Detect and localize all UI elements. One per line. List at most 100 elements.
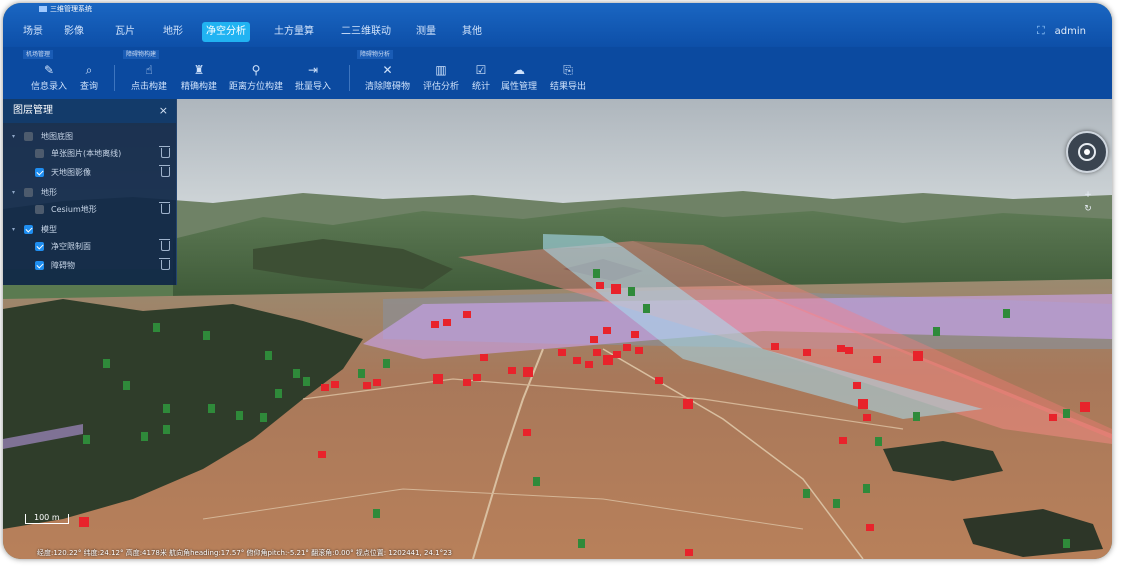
obstacle-red[interactable] bbox=[839, 437, 847, 444]
obstacle-green[interactable] bbox=[203, 331, 210, 340]
obstacle-green[interactable] bbox=[265, 351, 272, 360]
obstacle-red[interactable] bbox=[463, 311, 471, 318]
delete-icon[interactable] bbox=[159, 165, 170, 177]
obstacle-red[interactable] bbox=[803, 349, 811, 356]
obstacle-red[interactable] bbox=[603, 327, 611, 334]
obstacle-red[interactable] bbox=[463, 379, 471, 386]
obstacle-green[interactable] bbox=[875, 437, 882, 446]
checkbox-obstacles[interactable] bbox=[35, 261, 44, 270]
delete-icon[interactable] bbox=[159, 239, 170, 251]
checkbox-cesium-terrain[interactable] bbox=[35, 205, 44, 214]
obstacle-red[interactable] bbox=[431, 321, 439, 328]
obstacle-green[interactable] bbox=[863, 484, 870, 493]
obstacle-red[interactable] bbox=[635, 347, 643, 354]
batch-import-button[interactable]: ⇥ 批量导入 bbox=[295, 63, 331, 92]
evaluation-analysis-button[interactable]: ▥ 评估分析 bbox=[423, 63, 459, 92]
obstacle-green[interactable] bbox=[913, 412, 920, 421]
obstacle-green[interactable] bbox=[1063, 409, 1070, 418]
obstacle-red[interactable] bbox=[631, 331, 639, 338]
zoom-reset-icon[interactable]: ↻ bbox=[1082, 203, 1094, 215]
obstacle-green[interactable] bbox=[833, 499, 840, 508]
obstacle-red[interactable] bbox=[593, 349, 601, 356]
obstacle-green[interactable] bbox=[373, 509, 380, 518]
menu-item-imagery[interactable]: 影像 bbox=[64, 22, 84, 42]
collapse-arrow-icon[interactable]: ▾ bbox=[12, 186, 15, 200]
menu-item-tiles[interactable]: 瓦片 bbox=[115, 22, 135, 42]
obstacle-green[interactable] bbox=[933, 327, 940, 336]
obstacle-green[interactable] bbox=[153, 323, 160, 332]
obstacle-green[interactable] bbox=[1003, 309, 1010, 318]
fullscreen-icon[interactable]: ⛶ bbox=[1037, 24, 1045, 37]
obstacle-green[interactable] bbox=[103, 359, 110, 368]
obstacle-green[interactable] bbox=[260, 413, 267, 422]
close-icon[interactable]: × bbox=[159, 99, 168, 123]
obstacle-red[interactable] bbox=[480, 354, 488, 361]
collapse-arrow-icon[interactable]: ▾ bbox=[12, 130, 15, 144]
navigation-compass-icon[interactable] bbox=[1066, 131, 1108, 173]
obstacle-red[interactable] bbox=[321, 384, 329, 391]
obstacle-red[interactable] bbox=[473, 374, 481, 381]
obstacle-green[interactable] bbox=[628, 287, 635, 296]
checkbox-models[interactable] bbox=[24, 225, 33, 234]
obstacle-red[interactable] bbox=[331, 381, 339, 388]
obstacle-red[interactable] bbox=[858, 399, 868, 409]
obstacle-red[interactable] bbox=[585, 361, 593, 368]
obstacle-red[interactable] bbox=[683, 399, 693, 409]
click-build-button[interactable]: ☝ 点击构建 bbox=[131, 63, 167, 92]
attribute-management-button[interactable]: ☁ 属性管理 bbox=[501, 63, 537, 92]
query-button[interactable]: ⌕ 查询 bbox=[80, 63, 98, 92]
menu-item-terrain[interactable]: 地形 bbox=[163, 22, 183, 42]
delete-icon[interactable] bbox=[159, 146, 170, 158]
menu-item-2d3d-link[interactable]: 二三维联动 bbox=[341, 22, 391, 42]
obstacle-red[interactable] bbox=[558, 349, 566, 356]
obstacle-red[interactable] bbox=[603, 355, 613, 365]
obstacle-green[interactable] bbox=[358, 369, 365, 378]
obstacle-green[interactable] bbox=[303, 377, 310, 386]
obstacle-green[interactable] bbox=[275, 389, 282, 398]
statistics-button[interactable]: ☑ 统计 bbox=[472, 63, 490, 92]
delete-icon[interactable] bbox=[159, 258, 170, 270]
checkbox-local-image[interactable] bbox=[35, 149, 44, 158]
checkbox-tianditu[interactable] bbox=[35, 168, 44, 177]
obstacle-green[interactable] bbox=[163, 425, 170, 434]
menu-item-earthwork[interactable]: 土方量算 bbox=[274, 22, 314, 42]
obstacle-red[interactable] bbox=[596, 282, 604, 289]
obstacle-green[interactable] bbox=[593, 269, 600, 278]
obstacle-red[interactable] bbox=[1080, 402, 1090, 412]
obstacle-green[interactable] bbox=[578, 539, 585, 548]
obstacle-green[interactable] bbox=[383, 359, 390, 368]
obstacle-red[interactable] bbox=[433, 374, 443, 384]
obstacle-red[interactable] bbox=[318, 451, 326, 458]
obstacle-green[interactable] bbox=[123, 381, 130, 390]
obstacle-red[interactable] bbox=[523, 429, 531, 436]
obstacle-green[interactable] bbox=[141, 432, 148, 441]
obstacle-red[interactable] bbox=[613, 351, 621, 358]
menu-item-measure[interactable]: 测量 bbox=[416, 22, 436, 42]
obstacle-green[interactable] bbox=[163, 404, 170, 413]
checkbox-clearance-surface[interactable] bbox=[35, 242, 44, 251]
obstacle-green[interactable] bbox=[208, 404, 215, 413]
obstacle-red[interactable] bbox=[685, 549, 693, 556]
checkbox-basemap[interactable] bbox=[24, 132, 33, 141]
obstacle-red[interactable] bbox=[590, 336, 598, 343]
menu-item-other[interactable]: 其他 bbox=[462, 22, 482, 42]
obstacle-green[interactable] bbox=[533, 477, 540, 486]
obstacle-red[interactable] bbox=[837, 345, 845, 352]
obstacle-red[interactable] bbox=[845, 347, 853, 354]
obstacle-green[interactable] bbox=[236, 411, 243, 420]
info-entry-button[interactable]: ✎ 信息录入 bbox=[31, 63, 67, 92]
obstacle-red[interactable] bbox=[863, 414, 871, 421]
export-results-button[interactable]: ⎘ 结果导出 bbox=[550, 63, 586, 92]
obstacle-red[interactable] bbox=[573, 357, 581, 364]
obstacle-red[interactable] bbox=[655, 377, 663, 384]
obstacle-red[interactable] bbox=[873, 356, 881, 363]
delete-icon[interactable] bbox=[159, 202, 170, 214]
obstacle-green[interactable] bbox=[803, 489, 810, 498]
zoom-in-icon[interactable]: + bbox=[1082, 189, 1094, 201]
obstacle-red[interactable] bbox=[853, 382, 861, 389]
distance-bearing-build-button[interactable]: ⚲ 距离方位构建 bbox=[229, 63, 283, 92]
obstacle-red[interactable] bbox=[508, 367, 516, 374]
obstacle-red[interactable] bbox=[866, 524, 874, 531]
obstacle-red[interactable] bbox=[1049, 414, 1057, 421]
obstacle-red[interactable] bbox=[771, 343, 779, 350]
